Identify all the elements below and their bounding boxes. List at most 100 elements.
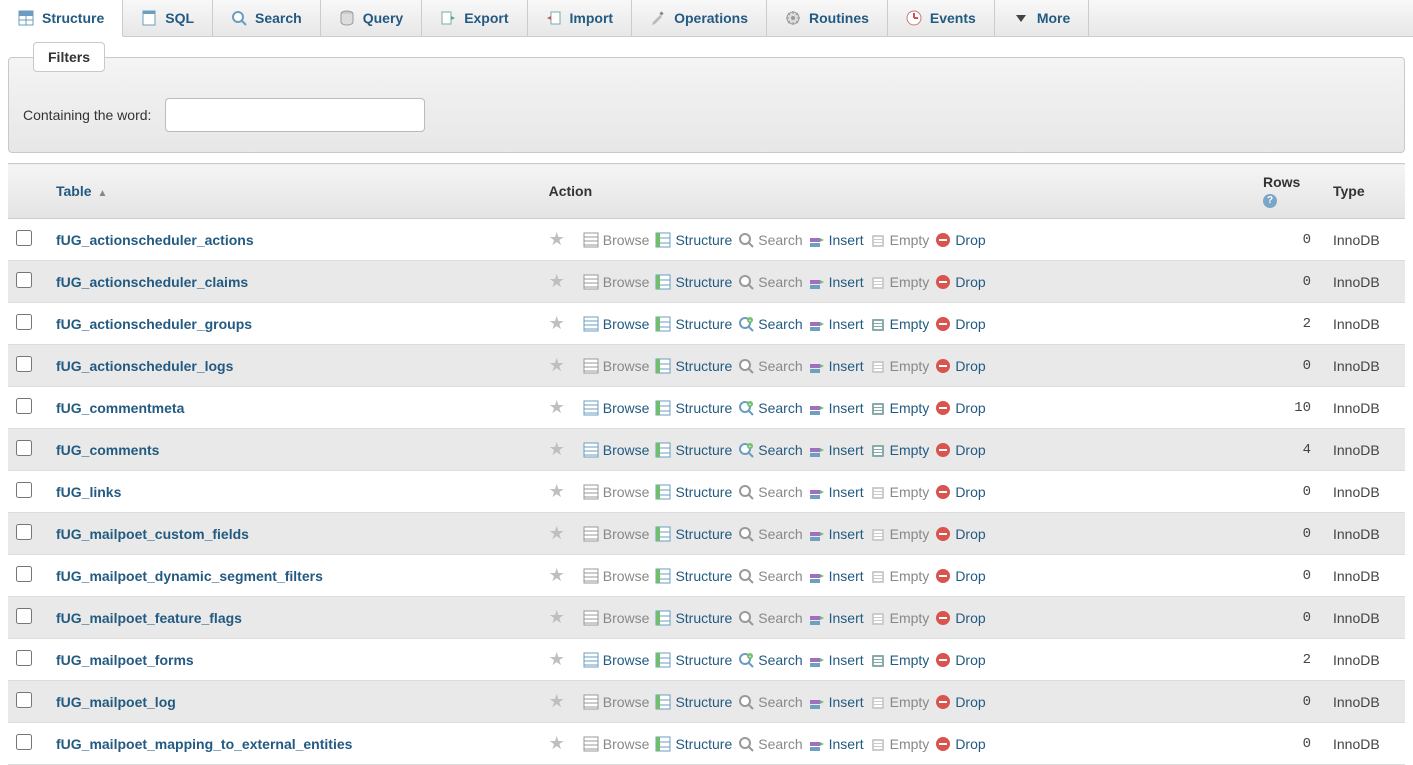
table-name-link[interactable]: fUG_actionscheduler_actions — [56, 232, 254, 248]
action-empty[interactable]: Empty — [870, 568, 930, 584]
col-table[interactable]: Table▲ — [48, 164, 541, 219]
action-insert[interactable]: Insert — [809, 610, 864, 626]
action-drop[interactable]: Drop — [935, 610, 985, 626]
star-icon[interactable]: ★ — [549, 733, 565, 754]
action-browse[interactable]: Browse — [583, 400, 650, 416]
tab-sql[interactable]: SQL — [123, 0, 213, 36]
star-icon[interactable]: ★ — [549, 229, 565, 250]
table-name-link[interactable]: fUG_actionscheduler_groups — [56, 316, 252, 332]
row-check[interactable] — [16, 272, 32, 288]
action-drop[interactable]: Drop — [935, 736, 985, 752]
action-insert[interactable]: Insert — [809, 400, 864, 416]
action-search[interactable]: +Search — [738, 316, 802, 332]
action-structure[interactable]: Structure — [655, 232, 732, 248]
action-browse[interactable]: Browse — [583, 652, 650, 668]
row-check[interactable] — [16, 314, 32, 330]
table-name-link[interactable]: fUG_actionscheduler_logs — [56, 358, 233, 374]
action-structure[interactable]: Structure — [655, 736, 732, 752]
tab-operations[interactable]: Operations — [632, 0, 767, 36]
action-browse[interactable]: Browse — [583, 694, 650, 710]
action-browse[interactable]: Browse — [583, 274, 650, 290]
action-empty[interactable]: Empty — [870, 232, 930, 248]
action-empty[interactable]: Empty — [870, 736, 930, 752]
filters-word-input[interactable] — [165, 98, 425, 132]
action-browse[interactable]: Browse — [583, 610, 650, 626]
tab-routines[interactable]: Routines — [767, 0, 888, 36]
action-browse[interactable]: Browse — [583, 526, 650, 542]
action-empty[interactable]: Empty — [870, 526, 930, 542]
action-browse[interactable]: Browse — [583, 736, 650, 752]
action-empty[interactable]: Empty — [870, 358, 930, 374]
action-search[interactable]: Search — [738, 526, 802, 542]
action-insert[interactable]: Insert — [809, 568, 864, 584]
action-drop[interactable]: Drop — [935, 694, 985, 710]
action-insert[interactable]: Insert — [809, 484, 864, 500]
star-icon[interactable]: ★ — [549, 691, 565, 712]
row-check[interactable] — [16, 608, 32, 624]
action-empty[interactable]: Empty — [870, 610, 930, 626]
action-search[interactable]: +Search — [738, 652, 802, 668]
row-check[interactable] — [16, 230, 32, 246]
table-name-link[interactable]: fUG_comments — [56, 442, 159, 458]
action-structure[interactable]: Structure — [655, 358, 732, 374]
table-name-link[interactable]: fUG_mailpoet_forms — [56, 652, 194, 668]
action-search[interactable]: Search — [738, 232, 802, 248]
action-drop[interactable]: Drop — [935, 274, 985, 290]
tab-structure[interactable]: Structure — [0, 0, 123, 37]
col-rows[interactable]: Rows ? — [1255, 164, 1325, 219]
star-icon[interactable]: ★ — [549, 523, 565, 544]
action-empty[interactable]: Empty — [870, 442, 930, 458]
row-check[interactable] — [16, 524, 32, 540]
row-check[interactable] — [16, 734, 32, 750]
action-browse[interactable]: Browse — [583, 442, 650, 458]
action-structure[interactable]: Structure — [655, 400, 732, 416]
row-check[interactable] — [16, 482, 32, 498]
star-icon[interactable]: ★ — [549, 607, 565, 628]
tab-import[interactable]: Import — [528, 0, 633, 36]
star-icon[interactable]: ★ — [549, 565, 565, 586]
action-search[interactable]: Search — [738, 274, 802, 290]
action-insert[interactable]: Insert — [809, 316, 864, 332]
action-structure[interactable]: Structure — [655, 526, 732, 542]
star-icon[interactable]: ★ — [549, 439, 565, 460]
action-empty[interactable]: Empty — [870, 400, 930, 416]
action-browse[interactable]: Browse — [583, 358, 650, 374]
action-drop[interactable]: Drop — [935, 400, 985, 416]
action-structure[interactable]: Structure — [655, 484, 732, 500]
action-drop[interactable]: Drop — [935, 652, 985, 668]
star-icon[interactable]: ★ — [549, 355, 565, 376]
action-structure[interactable]: Structure — [655, 316, 732, 332]
table-name-link[interactable]: fUG_links — [56, 484, 121, 500]
tab-search[interactable]: Search — [213, 0, 321, 36]
action-empty[interactable]: Empty — [870, 274, 930, 290]
action-search[interactable]: +Search — [738, 400, 802, 416]
table-name-link[interactable]: fUG_actionscheduler_claims — [56, 274, 248, 290]
action-structure[interactable]: Structure — [655, 652, 732, 668]
action-drop[interactable]: Drop — [935, 568, 985, 584]
tab-events[interactable]: Events — [888, 0, 995, 36]
action-drop[interactable]: Drop — [935, 442, 985, 458]
action-insert[interactable]: Insert — [809, 232, 864, 248]
action-search[interactable]: Search — [738, 568, 802, 584]
table-name-link[interactable]: fUG_mailpoet_mapping_to_external_entitie… — [56, 736, 352, 752]
star-icon[interactable]: ★ — [549, 397, 565, 418]
row-check[interactable] — [16, 356, 32, 372]
help-icon[interactable]: ? — [1263, 194, 1277, 208]
tab-more[interactable]: More — [995, 0, 1089, 36]
row-check[interactable] — [16, 398, 32, 414]
action-search[interactable]: Search — [738, 694, 802, 710]
row-check[interactable] — [16, 566, 32, 582]
tab-export[interactable]: Export — [422, 0, 527, 36]
action-empty[interactable]: Empty — [870, 694, 930, 710]
action-drop[interactable]: Drop — [935, 358, 985, 374]
action-browse[interactable]: Browse — [583, 316, 650, 332]
action-empty[interactable]: Empty — [870, 484, 930, 500]
action-drop[interactable]: Drop — [935, 316, 985, 332]
action-search[interactable]: Search — [738, 610, 802, 626]
action-structure[interactable]: Structure — [655, 568, 732, 584]
action-insert[interactable]: Insert — [809, 274, 864, 290]
action-insert[interactable]: Insert — [809, 652, 864, 668]
table-name-link[interactable]: fUG_mailpoet_feature_flags — [56, 610, 242, 626]
row-check[interactable] — [16, 650, 32, 666]
action-structure[interactable]: Structure — [655, 610, 732, 626]
